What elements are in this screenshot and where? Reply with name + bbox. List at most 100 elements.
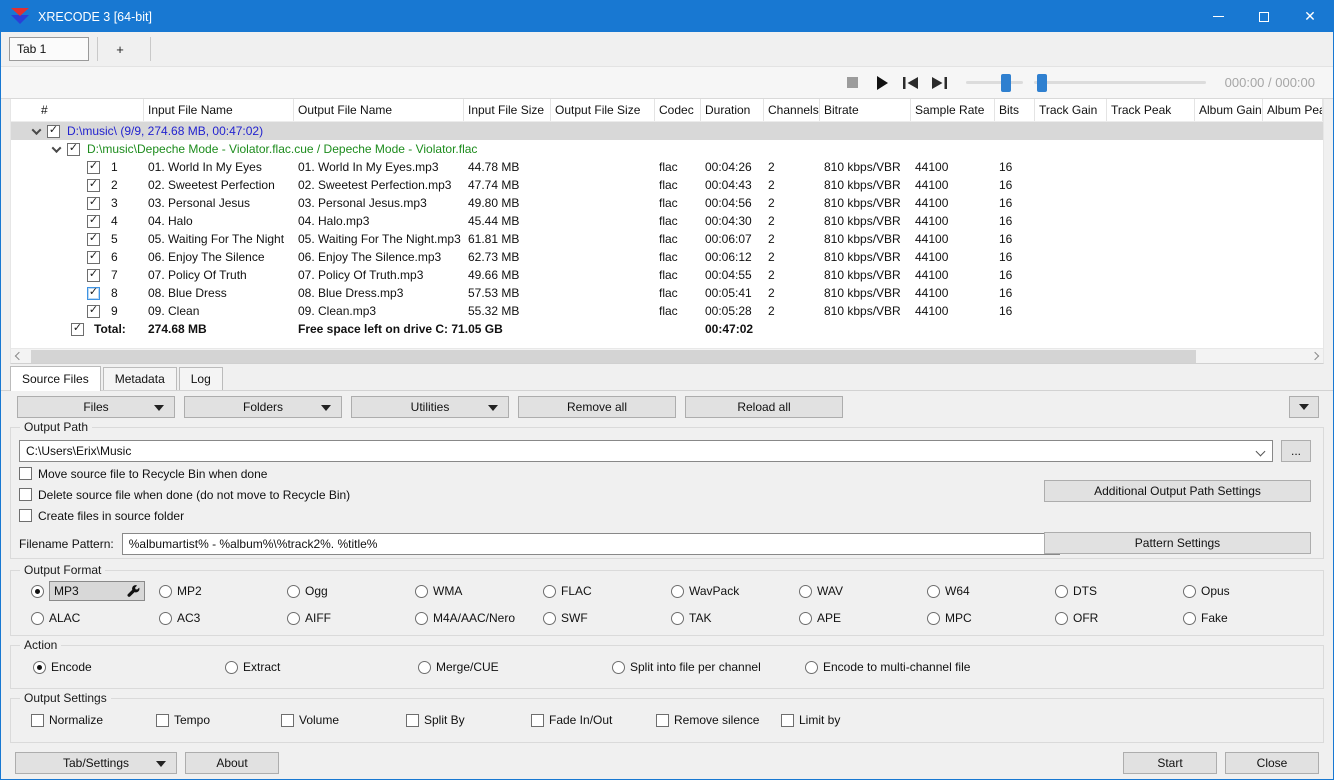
position-slider[interactable] <box>1033 73 1206 92</box>
column-header[interactable]: Duration <box>701 99 764 121</box>
table-row-track[interactable]: ✓ 1 01. World In My Eyes 01. World In My… <box>11 158 1323 176</box>
volume-slider[interactable] <box>965 73 1023 92</box>
column-header[interactable]: Output File Size <box>551 99 655 121</box>
pattern-settings-button[interactable]: Pattern Settings <box>1044 532 1311 554</box>
format-fake[interactable]: Fake <box>1183 611 1311 625</box>
column-header[interactable]: Album Peak <box>1263 99 1323 121</box>
format-m4a-aac-nero[interactable]: M4A/AAC/Nero <box>415 611 543 625</box>
additional-output-path-settings-button[interactable]: Additional Output Path Settings <box>1044 480 1311 502</box>
format-mp3[interactable]: MP3 <box>31 581 159 601</box>
position-slider-handle[interactable] <box>1037 73 1048 92</box>
filename-pattern-input[interactable]: %albumartist% - %album%\%track2%. %title… <box>121 533 1060 555</box>
setting-split-by[interactable]: Split By <box>406 713 531 727</box>
remove-all-button[interactable]: Remove all <box>518 396 676 418</box>
mp3-settings-box[interactable]: MP3 <box>49 581 145 601</box>
format-aiff[interactable]: AIFF <box>287 611 415 625</box>
create-in-source-option[interactable]: Create files in source folder <box>19 506 1315 525</box>
action-merge-cue[interactable]: Merge/CUE <box>418 660 612 674</box>
column-header[interactable]: Bitrate <box>820 99 911 121</box>
row-checkbox[interactable]: ✓ <box>67 142 80 156</box>
folders-button[interactable]: Folders <box>184 396 342 418</box>
column-header[interactable]: Album Gain <box>1195 99 1263 121</box>
format-ofr[interactable]: OFR <box>1055 611 1183 625</box>
setting-fade[interactable]: Fade In/Out <box>531 713 656 727</box>
format-tak[interactable]: TAK <box>671 611 799 625</box>
column-header[interactable]: Track Gain <box>1035 99 1107 121</box>
format-w64[interactable]: W64 <box>927 581 1055 601</box>
tab-source-files[interactable]: Source Files <box>10 366 101 391</box>
format-mp2[interactable]: MP2 <box>159 581 287 601</box>
play-button[interactable] <box>873 74 891 92</box>
action-multi-channel[interactable]: Encode to multi-channel file <box>805 660 1323 674</box>
checkbox[interactable] <box>19 509 32 522</box>
column-header[interactable]: Channels <box>764 99 820 121</box>
table-row-track[interactable]: ✓ 5 05. Waiting For The Night 05. Waitin… <box>11 230 1323 248</box>
format-ac3[interactable]: AC3 <box>159 611 287 625</box>
next-track-button[interactable] <box>931 74 949 92</box>
utilities-button[interactable]: Utilities <box>351 396 509 418</box>
row-checkbox[interactable]: ✓ <box>87 160 100 174</box>
scroll-left-arrow[interactable] <box>11 349 27 364</box>
radio-selected[interactable] <box>31 584 44 598</box>
table-row-track[interactable]: ✓ 6 06. Enjoy The Silence 06. Enjoy The … <box>11 248 1323 266</box>
row-checkbox[interactable]: ✓ <box>87 214 100 228</box>
table-row-track[interactable]: ✓ 4 04. Halo 04. Halo.mp3 45.44 MB flac … <box>11 212 1323 230</box>
column-header[interactable]: Track Peak <box>1107 99 1195 121</box>
total-checkbox[interactable]: ✓ <box>71 322 84 336</box>
format-ogg[interactable]: Ogg <box>287 581 415 601</box>
checkbox[interactable] <box>19 467 32 480</box>
format-mpc[interactable]: MPC <box>927 611 1055 625</box>
horizontal-scrollbar[interactable] <box>11 348 1323 363</box>
close-app-button[interactable]: Close <box>1225 752 1319 774</box>
format-flac[interactable]: FLAC <box>543 581 671 601</box>
column-header[interactable]: Input File Name <box>144 99 294 121</box>
format-wavpack[interactable]: WavPack <box>671 581 799 601</box>
maximize-button[interactable] <box>1241 1 1287 32</box>
stop-button[interactable] <box>844 74 862 92</box>
column-header[interactable]: Output File Name <box>294 99 464 121</box>
previous-track-button[interactable] <box>902 74 920 92</box>
minimize-button[interactable] <box>1195 1 1241 32</box>
table-row-album[interactable]: ✓ D:\music\Depeche Mode - Violator.flac.… <box>11 140 1323 158</box>
table-row-track[interactable]: ✓ 9 09. Clean 09. Clean.mp3 55.32 MB fla… <box>11 302 1323 320</box>
format-wav[interactable]: WAV <box>799 581 927 601</box>
checkbox[interactable] <box>19 488 32 501</box>
column-header[interactable]: Codec <box>655 99 701 121</box>
action-encode[interactable]: Encode <box>33 660 225 674</box>
scroll-right-arrow[interactable] <box>1307 349 1323 364</box>
more-options-button[interactable] <box>1289 396 1319 418</box>
chevron-down-icon[interactable] <box>1255 446 1266 456</box>
column-header[interactable]: # <box>11 99 144 121</box>
setting-volume[interactable]: Volume <box>281 713 406 727</box>
files-button[interactable]: Files <box>17 396 175 418</box>
format-opus[interactable]: Opus <box>1183 581 1311 601</box>
start-button[interactable]: Start <box>1123 752 1217 774</box>
row-checkbox[interactable]: ✓ <box>87 232 100 246</box>
action-split-per-channel[interactable]: Split into file per channel <box>612 660 805 674</box>
table-row-track[interactable]: ✓ 3 03. Personal Jesus 03. Personal Jesu… <box>11 194 1323 212</box>
row-checkbox[interactable]: ✓ <box>87 286 100 300</box>
row-checkbox[interactable]: ✓ <box>87 196 100 210</box>
scrollbar-thumb[interactable] <box>31 349 1196 363</box>
tab-1[interactable]: Tab 1 <box>9 37 89 61</box>
table-row-track[interactable]: ✓ 8 08. Blue Dress 08. Blue Dress.mp3 57… <box>11 284 1323 302</box>
tab-settings-button[interactable]: Tab/Settings <box>15 752 177 774</box>
chevron-down-icon[interactable] <box>31 124 42 135</box>
setting-normalize[interactable]: Normalize <box>31 713 156 727</box>
add-tab-button[interactable]: + <box>98 37 142 61</box>
setting-remove-silence[interactable]: Remove silence <box>656 713 781 727</box>
tab-metadata[interactable]: Metadata <box>102 367 177 390</box>
format-swf[interactable]: SWF <box>543 611 671 625</box>
row-checkbox[interactable]: ✓ <box>87 250 100 264</box>
chevron-down-icon[interactable] <box>51 142 62 153</box>
column-header[interactable]: Bits <box>995 99 1035 121</box>
column-header[interactable]: Input File Size <box>464 99 551 121</box>
volume-slider-handle[interactable] <box>1000 73 1011 92</box>
format-wma[interactable]: WMA <box>415 581 543 601</box>
row-checkbox[interactable]: ✓ <box>87 304 100 318</box>
format-dts[interactable]: DTS <box>1055 581 1183 601</box>
format-ape[interactable]: APE <box>799 611 927 625</box>
row-checkbox[interactable]: ✓ <box>47 124 60 138</box>
table-row-track[interactable]: ✓ 2 02. Sweetest Perfection 02. Sweetest… <box>11 176 1323 194</box>
action-extract[interactable]: Extract <box>225 660 418 674</box>
